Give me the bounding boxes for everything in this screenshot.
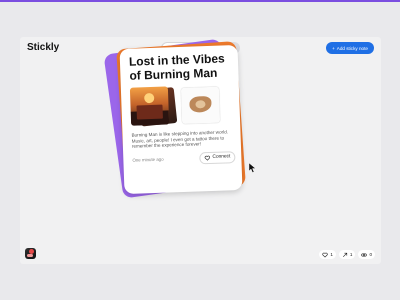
- stats-bar: 1 1 0: [319, 250, 375, 259]
- heart-icon: [322, 252, 328, 258]
- note-timestamp: One minute ago: [132, 156, 164, 164]
- link-icon: [361, 253, 368, 256]
- shares-count: 1: [349, 252, 353, 257]
- note-photo-festival[interactable]: [129, 86, 170, 126]
- add-sticky-note-button[interactable]: + Add sticky note: [326, 42, 374, 54]
- note-footer: One minute ago Connect: [132, 150, 236, 167]
- add-sticky-note-label: Add sticky note: [336, 45, 368, 51]
- connections-counter[interactable]: 0: [358, 250, 375, 259]
- user-avatar[interactable]: [25, 248, 36, 259]
- share-icon: [342, 252, 347, 257]
- note-photo-tattoo[interactable]: [180, 86, 221, 124]
- mouse-cursor-icon: [249, 163, 257, 173]
- plus-icon: +: [332, 45, 335, 51]
- app-logo: Stickly: [27, 42, 60, 53]
- shares-counter[interactable]: 1: [338, 250, 356, 259]
- note-photos: [129, 84, 234, 128]
- top-accent-strip: [0, 0, 400, 2]
- connections-count: 0: [369, 252, 372, 257]
- likes-counter[interactable]: 1: [319, 250, 336, 259]
- note-title: Lost in the Vibes of Burning Man: [128, 51, 225, 83]
- sticky-note-stack[interactable]: Lost in the Vibes of Burning Man Burning…: [103, 38, 248, 214]
- sticky-note-card[interactable]: Lost in the Vibes of Burning Man Burning…: [119, 44, 243, 195]
- note-body-text: Burning Man is like stepping into anothe…: [131, 129, 229, 149]
- connect-button[interactable]: Connect: [199, 150, 236, 165]
- heart-icon: [204, 155, 211, 161]
- connect-label: Connect: [212, 154, 231, 161]
- likes-count: 1: [330, 252, 333, 257]
